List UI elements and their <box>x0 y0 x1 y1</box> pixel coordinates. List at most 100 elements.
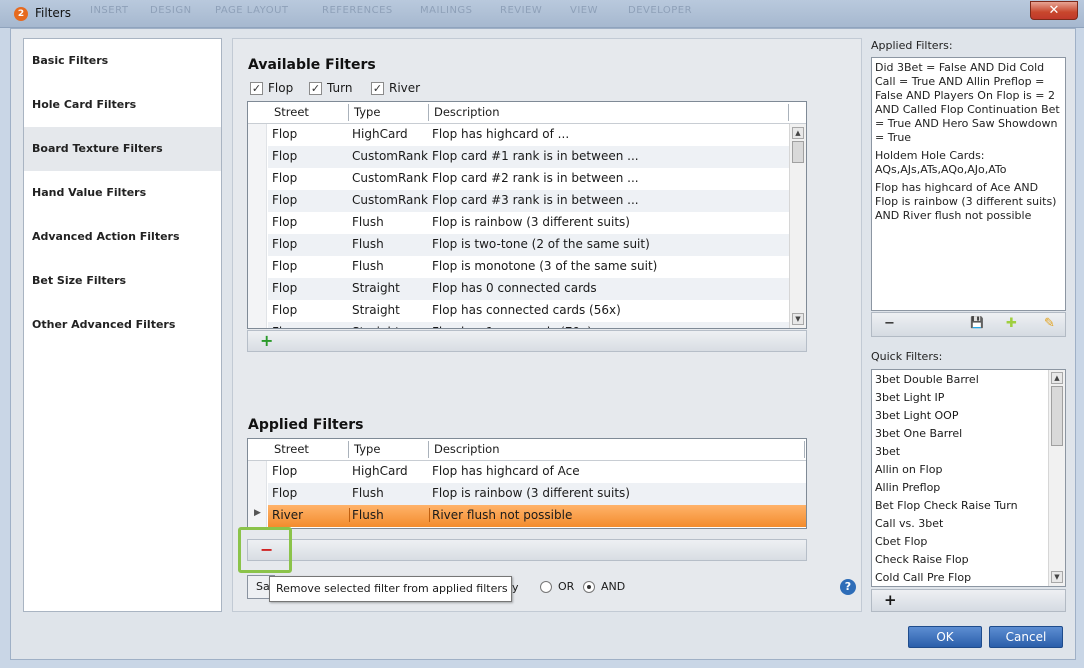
quick-filter-item[interactable]: Allin Preflop <box>872 479 1065 497</box>
minus-icon[interactable]: − <box>884 316 895 331</box>
add-quick-filter-button[interactable]: + <box>884 591 897 609</box>
quick-filter-item[interactable]: 3bet Light OOP <box>872 407 1065 425</box>
ok-button[interactable]: OK <box>908 626 982 648</box>
table-row[interactable]: Flop Flush Flop is rainbow (3 different su… <box>248 483 806 505</box>
background-menu-item: REFERENCES <box>322 5 393 16</box>
column-header-type[interactable]: Type <box>354 442 380 456</box>
row-selector[interactable] <box>248 168 267 190</box>
row-selector[interactable] <box>248 146 267 168</box>
applied-summary-line: Did 3Bet = False AND Did Cold Call = Tru… <box>875 61 1060 144</box>
background-menu-item: PAGE LAYOUT <box>215 5 289 16</box>
applied-summary-toolbar: − 💾 ✚ ✎ <box>871 312 1066 337</box>
cell-type: Flush <box>352 215 384 229</box>
nav-item-board-texture-filters[interactable]: Board Texture Filters <box>24 127 221 171</box>
cell-street: Flop <box>272 215 298 229</box>
quick-filter-item[interactable]: Cold Call Pre Flop <box>872 569 1065 586</box>
applied-filters-summary: Did 3Bet = False AND Did Cold Call = Tru… <box>871 57 1066 311</box>
quick-filters-list: 3bet Double Barrel 3bet Light IP 3bet Ligh… <box>871 369 1066 587</box>
cell-street: Flop <box>272 259 298 273</box>
scroll-up-arrow-icon[interactable]: ▲ <box>792 127 804 139</box>
add-filter-button[interactable]: + <box>260 331 273 350</box>
table-row[interactable]: Flop HighCard Flop has highcard of Ace <box>248 461 806 483</box>
quick-filter-item[interactable]: Allin on Flop <box>872 461 1065 479</box>
cell-type: CustomRankF <box>352 171 428 185</box>
window-title: Filters <box>35 6 71 20</box>
row-pointer-icon: ▶ <box>254 508 261 518</box>
quick-filter-item[interactable]: Cbet Flop <box>872 533 1065 551</box>
quick-filter-item[interactable]: 3bet One Barrel <box>872 425 1065 443</box>
table-row[interactable]: Flop CustomRankF Flop card #2 rank is in b… <box>248 168 806 190</box>
cell-description: River flush not possible <box>432 508 573 522</box>
table-row[interactable]: ▶ River Flush River flush not possible <box>248 505 806 527</box>
row-selector[interactable] <box>248 190 267 212</box>
scroll-thumb[interactable] <box>792 141 804 163</box>
row-selector[interactable] <box>248 278 267 300</box>
flop-checkbox[interactable]: ✓ Flop <box>250 81 293 95</box>
nav-item-other-advanced-filters[interactable]: Other Advanced Filters <box>24 303 221 347</box>
scroll-up-arrow-icon[interactable]: ▲ <box>1051 372 1063 384</box>
vertical-scrollbar[interactable]: ▲ ▼ <box>789 124 806 328</box>
cell-description: Flop has connected cards (56x) <box>432 303 621 317</box>
column-header-street[interactable]: Street <box>274 105 309 119</box>
quick-filter-item[interactable]: 3bet <box>872 443 1065 461</box>
cell-description: Flop card #1 rank is in between ... <box>432 149 639 163</box>
quick-filter-item[interactable]: Check Raise Flop <box>872 551 1065 569</box>
grid-header: Street Type Description <box>248 102 806 124</box>
column-header-type[interactable]: Type <box>354 105 380 119</box>
add-icon[interactable]: ✚ <box>1006 316 1017 331</box>
cell-street: Flop <box>272 281 298 295</box>
checkmark-icon: ✓ <box>371 81 384 95</box>
scroll-thumb[interactable] <box>1051 386 1063 446</box>
quick-filter-item[interactable]: 3bet Double Barrel <box>872 371 1065 389</box>
row-selector[interactable] <box>248 483 267 505</box>
save-icon[interactable]: 💾 <box>970 316 984 329</box>
cancel-button[interactable]: Cancel <box>989 626 1063 648</box>
nav-item-hand-value-filters[interactable]: Hand Value Filters <box>24 171 221 215</box>
row-selector[interactable] <box>248 256 267 278</box>
cell-description: Flop card #2 rank is in between ... <box>432 171 639 185</box>
nav-item-bet-size-filters[interactable]: Bet Size Filters <box>24 259 221 303</box>
table-row[interactable]: Flop Straight Flop has 1 gap cards (79x) <box>248 322 806 328</box>
or-radio[interactable]: OR <box>540 580 574 593</box>
table-row[interactable]: Flop Flush Flop is two-tone (2 of the same… <box>248 234 806 256</box>
table-row[interactable]: Flop Straight Flop has connected cards (56… <box>248 300 806 322</box>
row-selector[interactable] <box>248 322 267 328</box>
row-selector[interactable] <box>248 124 267 146</box>
scroll-down-arrow-icon[interactable]: ▼ <box>1051 571 1063 583</box>
title-bar: 2 Filters INSERT DESIGN PAGE LAYOUT REFE… <box>0 0 1084 28</box>
table-row[interactable]: Flop HighCard Flop has highcard of ... <box>248 124 806 146</box>
table-row[interactable]: Flop Flush Flop is monotone (3 of the same… <box>248 256 806 278</box>
nav-item-basic-filters[interactable]: Basic Filters <box>24 39 221 83</box>
table-row[interactable]: Flop CustomRankF Flop card #3 rank is in b… <box>248 190 806 212</box>
quick-filter-item[interactable]: 3bet Light IP <box>872 389 1065 407</box>
cell-street: Flop <box>272 149 298 163</box>
nav-item-hole-card-filters[interactable]: Hole Card Filters <box>24 83 221 127</box>
scroll-down-arrow-icon[interactable]: ▼ <box>792 313 804 325</box>
turn-checkbox[interactable]: ✓ Turn <box>309 81 352 95</box>
close-button[interactable]: ✕ <box>1030 1 1078 20</box>
edit-icon[interactable]: ✎ <box>1044 316 1055 331</box>
river-checkbox[interactable]: ✓ River <box>371 81 420 95</box>
row-selector[interactable] <box>248 234 267 256</box>
column-header-description[interactable]: Description <box>434 105 500 119</box>
column-header-description[interactable]: Description <box>434 442 500 456</box>
row-selector[interactable] <box>248 300 267 322</box>
vertical-scrollbar[interactable]: ▲ ▼ <box>1048 370 1065 586</box>
column-header-street[interactable]: Street <box>274 442 309 456</box>
row-selector[interactable] <box>248 212 267 234</box>
table-row[interactable]: Flop Flush Flop is rainbow (3 different su… <box>248 212 806 234</box>
cell-type: Flush <box>352 237 384 251</box>
background-menu-item: REVIEW <box>500 5 543 16</box>
table-row[interactable]: Flop CustomRankF Flop card #1 rank is in b… <box>248 146 806 168</box>
help-icon[interactable]: ? <box>840 579 856 595</box>
table-row[interactable]: Flop Straight Flop has 0 connected cards <box>248 278 806 300</box>
nav-item-advanced-action-filters[interactable]: Advanced Action Filters <box>24 215 221 259</box>
cell-street: Flop <box>272 237 298 251</box>
row-selector[interactable] <box>248 461 267 483</box>
cell-street: Flop <box>272 325 348 328</box>
row-selector[interactable]: ▶ <box>248 505 267 527</box>
and-radio[interactable]: AND <box>583 580 625 593</box>
cell-description: Flop has highcard of ... <box>432 127 570 141</box>
quick-filter-item[interactable]: Call vs. 3bet <box>872 515 1065 533</box>
quick-filter-item[interactable]: Bet Flop Check Raise Turn <box>872 497 1065 515</box>
